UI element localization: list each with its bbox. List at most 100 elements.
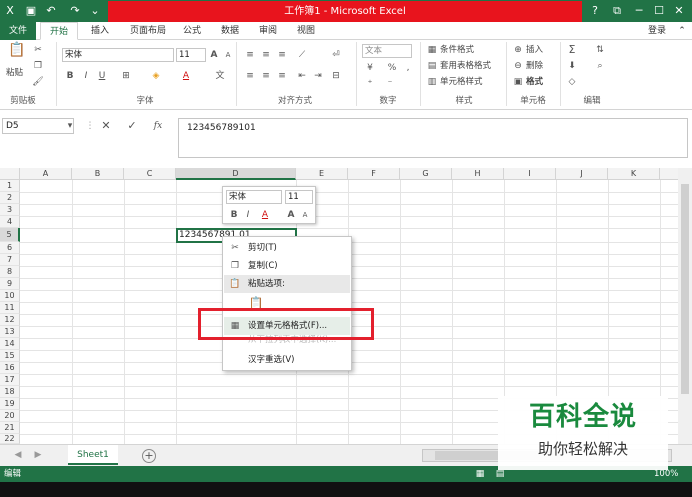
align-top-icon[interactable]: ≡: [244, 49, 256, 61]
insert-cells-icon[interactable]: ⊕: [512, 44, 524, 56]
row-header[interactable]: 9: [0, 278, 20, 290]
ribbon-display-icon[interactable]: ⧉: [606, 2, 628, 20]
tab-insert[interactable]: 插入: [82, 22, 118, 40]
align-center-icon[interactable]: ≡: [260, 70, 272, 82]
formula-input[interactable]: 123456789101: [178, 118, 688, 158]
maximize-button[interactable]: ☐: [648, 2, 670, 20]
conditional-format-button[interactable]: 条件格式: [440, 43, 474, 57]
column-header[interactable]: K: [608, 168, 660, 180]
save-icon[interactable]: ▣: [24, 4, 38, 18]
row-header[interactable]: 8: [0, 266, 20, 278]
align-middle-icon[interactable]: ≡: [260, 49, 272, 61]
font-color-icon[interactable]: A: [180, 70, 192, 82]
tab-review[interactable]: 审阅: [252, 22, 284, 40]
increase-decimal-icon[interactable]: ⁺: [364, 78, 376, 90]
help-button[interactable]: ?: [584, 2, 606, 20]
login-link[interactable]: 登录: [640, 22, 674, 40]
row-header[interactable]: 18: [0, 386, 20, 398]
row-header[interactable]: 1: [0, 180, 20, 192]
copy-icon[interactable]: ❐: [32, 60, 44, 72]
border-icon[interactable]: ⊞: [120, 70, 132, 82]
column-header[interactable]: I: [504, 168, 556, 180]
align-right-icon[interactable]: ≡: [276, 70, 288, 82]
insert-cells-button[interactable]: 插入: [526, 43, 543, 57]
sheet-tab-sheet1[interactable]: Sheet1: [68, 445, 118, 465]
column-header[interactable]: J: [556, 168, 608, 180]
mini-bold-button[interactable]: B: [228, 209, 240, 221]
format-cells-ribbon-button[interactable]: 格式: [526, 75, 543, 89]
format-painter-icon[interactable]: 🖌: [32, 76, 44, 88]
tab-page-layout[interactable]: 页面布局: [122, 22, 174, 40]
cell-styles-button[interactable]: 单元格样式: [440, 75, 483, 89]
tab-view[interactable]: 视图: [290, 22, 322, 40]
font-size-select[interactable]: 11: [176, 48, 206, 62]
row-header[interactable]: 3: [0, 204, 20, 216]
cut-icon[interactable]: ✂: [32, 44, 44, 56]
row-header[interactable]: 10: [0, 290, 20, 302]
menu-item-cut[interactable]: ✂ 剪切(T): [224, 239, 350, 257]
align-bottom-icon[interactable]: ≡: [276, 49, 288, 61]
column-header[interactable]: H: [452, 168, 504, 180]
name-box-dropdown-icon[interactable]: ▾: [64, 120, 76, 132]
mini-size-select[interactable]: 11: [285, 190, 313, 204]
align-left-icon[interactable]: ≡: [244, 70, 256, 82]
paste-button[interactable]: 粘贴: [6, 66, 23, 80]
tab-home[interactable]: 开始: [40, 22, 78, 40]
cancel-entry-icon[interactable]: ✕: [100, 120, 112, 132]
clear-icon[interactable]: ◇: [566, 76, 578, 88]
tab-file[interactable]: 文件: [0, 22, 36, 40]
format-cells-icon[interactable]: ▣: [512, 76, 524, 88]
row-header[interactable]: 4: [0, 216, 20, 228]
paste-icon[interactable]: 📋: [8, 43, 26, 62]
column-header[interactable]: G: [400, 168, 452, 180]
insert-function-button[interactable]: fx: [152, 120, 164, 132]
mini-font-select[interactable]: 宋体: [226, 190, 282, 204]
bold-button[interactable]: B: [64, 70, 76, 82]
row-header[interactable]: 20: [0, 410, 20, 422]
mini-italic-button[interactable]: I: [242, 209, 254, 221]
row-header[interactable]: 7: [0, 254, 20, 266]
grow-font-icon[interactable]: A: [208, 49, 220, 61]
wrap-text-icon[interactable]: ⏎: [330, 49, 342, 61]
row-header[interactable]: 14: [0, 338, 20, 350]
menu-item-hanzi-reselect[interactable]: 汉字重选(V): [224, 351, 350, 369]
prev-sheet-icon[interactable]: ◀: [12, 449, 24, 461]
redo-icon[interactable]: ↷: [68, 4, 82, 18]
minimize-button[interactable]: ─: [628, 2, 650, 20]
row-header[interactable]: 17: [0, 374, 20, 386]
row-header[interactable]: 12: [0, 314, 20, 326]
column-header[interactable]: D: [176, 168, 296, 180]
row-header[interactable]: 5: [0, 228, 20, 242]
row-header[interactable]: 19: [0, 398, 20, 410]
underline-button[interactable]: U: [96, 70, 108, 82]
menu-item-copy[interactable]: ❐ 复制(C): [224, 257, 350, 275]
close-button[interactable]: ✕: [668, 2, 690, 20]
row-header[interactable]: 13: [0, 326, 20, 338]
scrollbar-thumb[interactable]: [681, 184, 689, 394]
select-all-corner[interactable]: [0, 168, 20, 180]
undo-icon[interactable]: ↶: [44, 4, 58, 18]
row-header[interactable]: 21: [0, 422, 20, 434]
row-header[interactable]: 15: [0, 350, 20, 362]
add-sheet-button[interactable]: +: [142, 449, 156, 463]
autosum-icon[interactable]: Σ: [566, 44, 578, 56]
comma-style-icon[interactable]: ,: [402, 62, 414, 74]
column-header[interactable]: A: [20, 168, 72, 180]
row-header[interactable]: 2: [0, 192, 20, 204]
decrease-decimal-icon[interactable]: ⁻: [384, 78, 396, 90]
delete-cells-button[interactable]: 删除: [526, 59, 543, 73]
format-table-icon[interactable]: ▤: [426, 60, 438, 72]
normal-view-icon[interactable]: ▦: [474, 468, 486, 480]
column-header[interactable]: C: [124, 168, 176, 180]
number-format-select[interactable]: 文本: [362, 44, 412, 58]
merge-center-icon[interactable]: ⊟: [330, 70, 342, 82]
font-name-select[interactable]: 宋体: [62, 48, 174, 62]
sort-filter-icon[interactable]: ⇅: [594, 44, 606, 56]
italic-button[interactable]: I: [80, 70, 92, 82]
phonetic-icon[interactable]: 文: [214, 70, 226, 82]
column-header[interactable]: F: [348, 168, 400, 180]
fill-icon[interactable]: ⬇: [566, 60, 578, 72]
mini-grow-font-button[interactable]: A: [285, 209, 297, 221]
vertical-scrollbar[interactable]: [678, 168, 692, 444]
currency-icon[interactable]: ¥: [364, 62, 376, 74]
